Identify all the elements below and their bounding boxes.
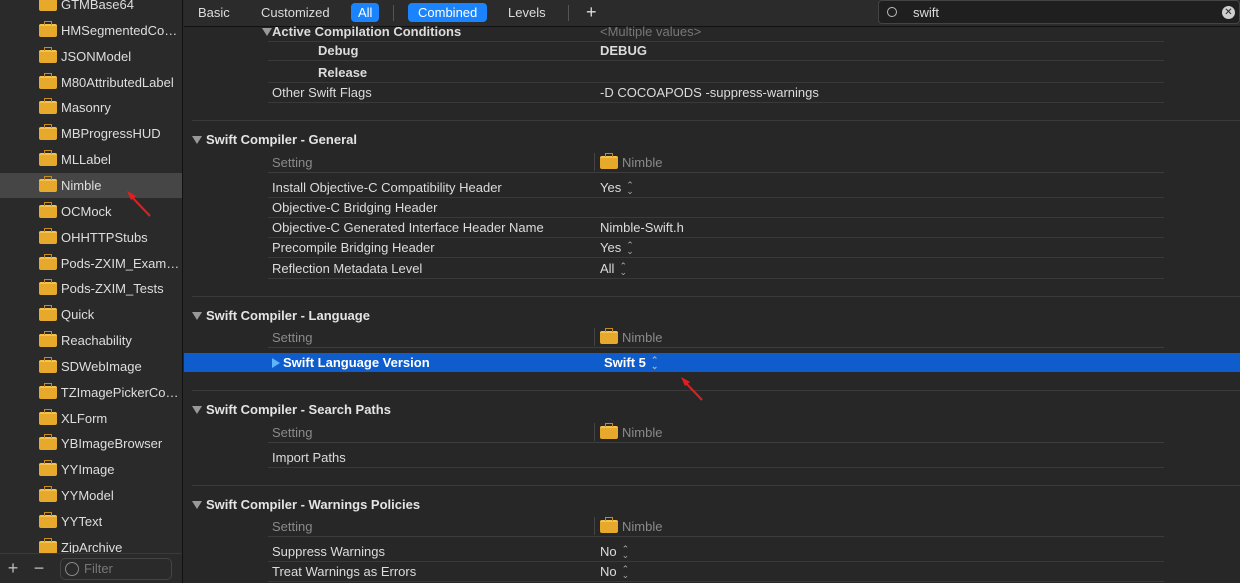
annotation-arrows [127,191,703,401]
